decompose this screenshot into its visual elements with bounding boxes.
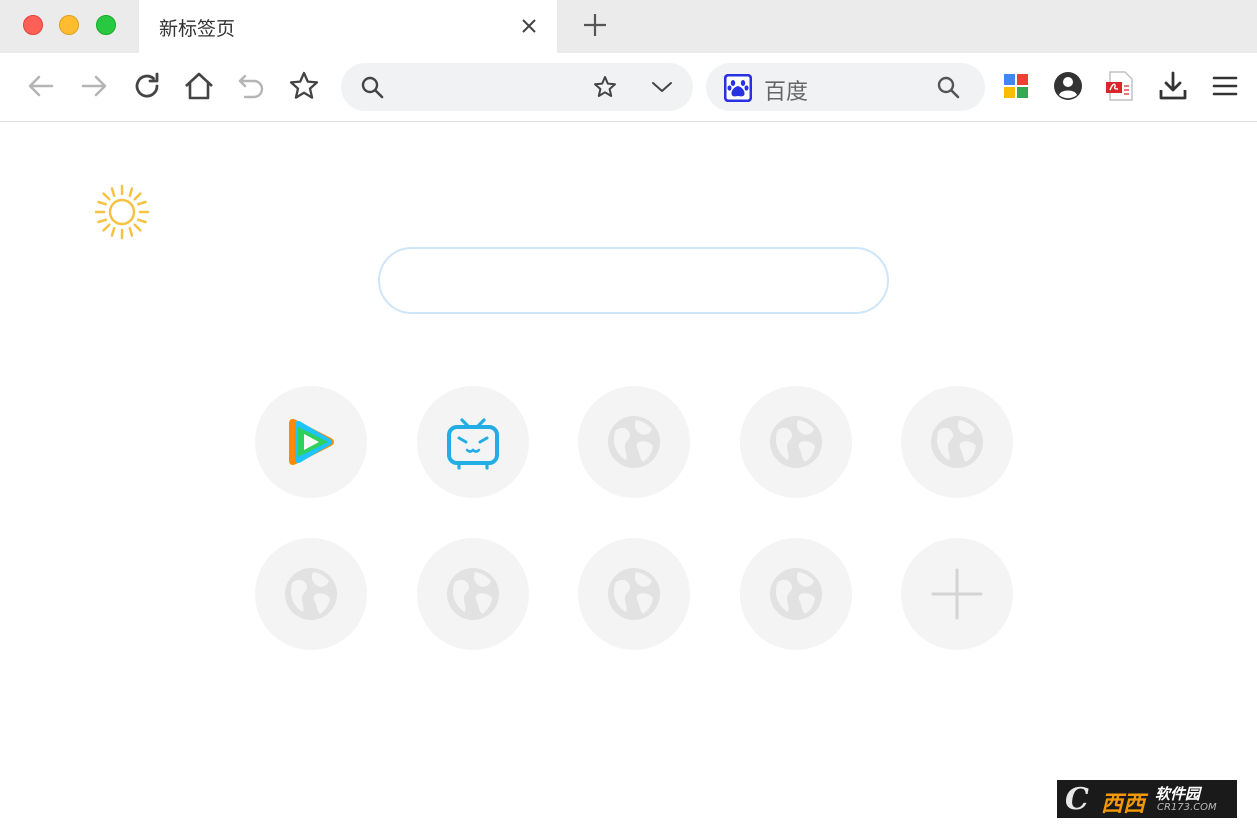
undo-icon[interactable]	[236, 70, 268, 102]
search-engine-name: 百度	[764, 80, 809, 105]
watermark-xixi: 西西	[1101, 792, 1146, 817]
window-maximize-button[interactable]	[96, 15, 116, 35]
account-icon[interactable]	[1052, 70, 1084, 102]
globe-icon	[770, 568, 822, 620]
menu-icon[interactable]	[1209, 70, 1241, 102]
tencent-video-icon	[289, 419, 334, 465]
baidu-paw-icon[interactable]	[724, 74, 752, 102]
tab-new-tab[interactable]: 新标签页	[139, 0, 557, 53]
watermark-letter: C	[1065, 782, 1089, 817]
search-icon	[361, 76, 384, 99]
watermark-name: 软件园	[1155, 785, 1201, 803]
new-tab-plus-icon[interactable]	[582, 12, 608, 38]
speed-dial-empty[interactable]	[255, 538, 367, 650]
tab-title: 新标签页	[159, 18, 236, 40]
back-icon[interactable]	[25, 70, 57, 102]
toolbar: 百度	[0, 53, 1257, 122]
tab-strip: 新标签页	[0, 0, 1257, 53]
globe-icon	[285, 568, 337, 620]
globe-icon	[770, 416, 822, 468]
window-close-button[interactable]	[23, 15, 43, 35]
globe-icon	[447, 568, 499, 620]
speed-dial-add-button[interactable]	[901, 538, 1013, 650]
home-search-box[interactable]	[378, 247, 889, 314]
window-minimize-button[interactable]	[59, 15, 79, 35]
watermark-url: CR173.COM	[1157, 802, 1217, 813]
home-search-input[interactable]	[404, 263, 868, 301]
speed-dial-tencent-video[interactable]	[255, 386, 367, 498]
speed-dial-empty[interactable]	[417, 538, 529, 650]
speed-dial-empty[interactable]	[740, 386, 852, 498]
bilibili-tv-icon	[447, 418, 499, 470]
home-icon[interactable]	[183, 70, 215, 102]
globe-icon	[608, 416, 660, 468]
globe-icon	[931, 416, 983, 468]
sun-icon[interactable]	[93, 183, 151, 241]
speed-dial-empty[interactable]	[578, 386, 690, 498]
apps-grid-icon[interactable]	[1000, 70, 1032, 102]
speed-dial-bilibili[interactable]	[417, 386, 529, 498]
add-icon	[931, 568, 983, 620]
reload-icon[interactable]	[131, 70, 163, 102]
star-icon[interactable]	[593, 75, 617, 99]
pdf-icon[interactable]	[1104, 70, 1136, 102]
forward-icon[interactable]	[78, 70, 110, 102]
search-engine-box[interactable]: 百度	[706, 63, 985, 111]
close-icon[interactable]	[520, 17, 538, 35]
speed-dial-empty[interactable]	[740, 538, 852, 650]
address-bar[interactable]	[341, 63, 693, 111]
search-icon[interactable]	[936, 75, 960, 99]
bookmark-star-icon[interactable]	[288, 70, 320, 102]
site-watermark-logo: C 西西 软件园 CR173.COM	[1057, 780, 1237, 818]
address-input[interactable]	[391, 71, 610, 105]
globe-icon	[608, 568, 660, 620]
download-icon[interactable]	[1157, 70, 1189, 102]
speed-dial-empty[interactable]	[578, 538, 690, 650]
chevron-down-icon[interactable]	[650, 75, 674, 99]
speed-dial-empty[interactable]	[901, 386, 1013, 498]
